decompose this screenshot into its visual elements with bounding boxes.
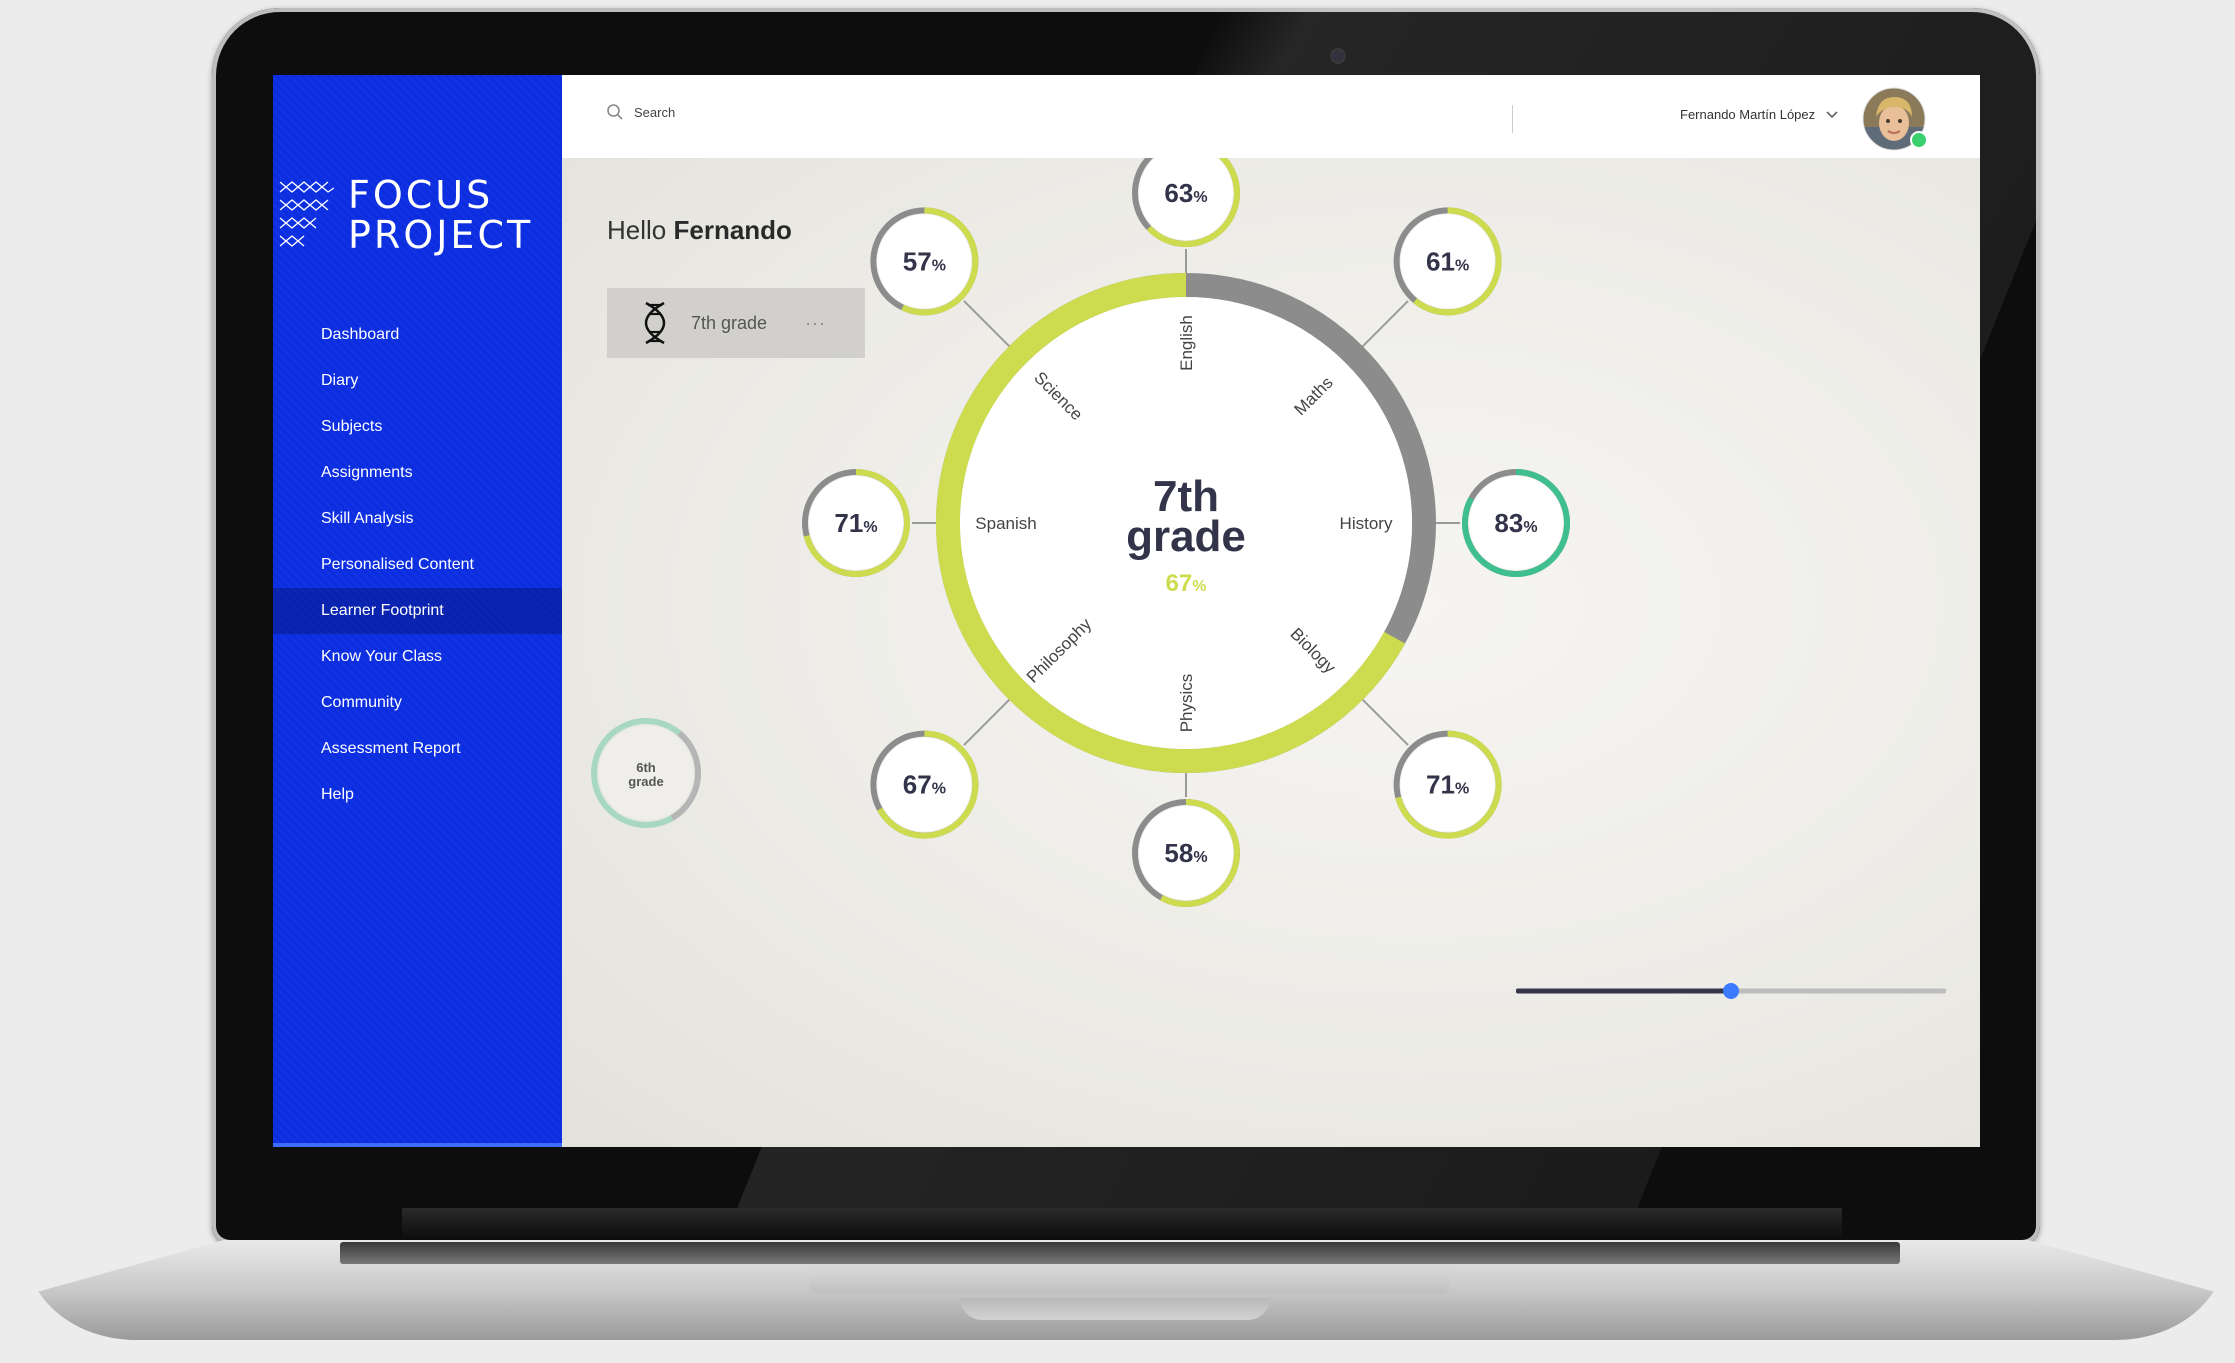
search-field[interactable]: Search (606, 103, 675, 121)
timeline-slider[interactable] (1516, 976, 1946, 1006)
subject-label-english: English (1177, 315, 1196, 371)
sidebar-nav: Dashboard Diary Subjects Assignments Skill A… (273, 312, 562, 818)
subject-score-history[interactable]: 83% (1462, 469, 1570, 577)
sidebar-item-learner-footprint[interactable]: Learner Footprint (273, 588, 562, 634)
percent-sign: % (1455, 781, 1469, 798)
sidebar-item-assessment-report[interactable]: Assessment Report (273, 726, 562, 772)
subject-score-physics[interactable]: 58% (1132, 799, 1240, 907)
top-bar: Search Fernando Martín López (562, 75, 1980, 158)
brand-name: FOCUS PROJECT (348, 175, 533, 255)
opening-notch (960, 1298, 1270, 1320)
main-content: Hello Fernando 7th grade ··· 63% 61% 83% 71… (562, 158, 1980, 1147)
subject-score-spanish[interactable]: 71% (802, 469, 910, 577)
percent-sign: % (1192, 578, 1206, 595)
subject-score-science[interactable]: 57% (870, 207, 979, 316)
percent-sign: % (863, 519, 877, 536)
search-placeholder: Search (634, 104, 676, 120)
user-name: Fernando Martín López (1680, 107, 1816, 122)
brand-line-1: FOCUS (348, 173, 494, 217)
topbar-divider (1512, 105, 1513, 133)
previous-grade-line-2: grade (628, 774, 663, 789)
previous-grade-button[interactable]: 6thgrade (591, 718, 701, 828)
previous-grade-line-1: 6th (636, 760, 656, 775)
online-status-dot (1910, 131, 1928, 149)
keyboard-edge (340, 1242, 1900, 1264)
sidebar-item-assignments[interactable]: Assignments (273, 450, 562, 496)
app-screen: FOCUS PROJECT Dashboard Diary Subjects Assi… (273, 75, 1980, 1147)
subject-label-spanish: Spanish (975, 514, 1036, 533)
percent-sign: % (1193, 849, 1207, 866)
subject-score-philosophy[interactable]: 67% (870, 730, 979, 839)
percent-sign: % (932, 781, 946, 798)
slider-knob[interactable] (1723, 983, 1739, 999)
brand-line-2: PROJECT (348, 213, 534, 257)
sidebar-item-skill-analysis[interactable]: Skill Analysis (273, 496, 562, 542)
percent-sign: % (1193, 189, 1207, 206)
logo-mark-icon (279, 181, 334, 247)
sidebar: FOCUS PROJECT Dashboard Diary Subjects Assi… (273, 75, 562, 1147)
logo[interactable]: FOCUS PROJECT (278, 175, 533, 255)
subject-label-history: History (1340, 514, 1393, 533)
percent-sign: % (932, 257, 946, 274)
user-menu[interactable]: Fernando Martín López (1680, 107, 1839, 122)
percent-sign: % (1523, 519, 1537, 536)
sidebar-item-community[interactable]: Community (273, 680, 562, 726)
subject-score-maths[interactable]: 61% (1393, 207, 1502, 316)
chevron-down-icon (1826, 110, 1838, 118)
center-title-line-2: grade (1126, 512, 1246, 561)
laptop-hinge (402, 1208, 1842, 1242)
avatar[interactable] (1862, 87, 1928, 151)
subject-label-physics: Physics (1177, 674, 1196, 733)
sidebar-item-personalised-content[interactable]: Personalised Content (273, 542, 562, 588)
percent-sign: % (1455, 257, 1469, 274)
subject-score-english[interactable]: 63% (1132, 158, 1240, 247)
sidebar-item-diary[interactable]: Diary (273, 358, 562, 404)
sidebar-item-know-your-class[interactable]: Know Your Class (273, 634, 562, 680)
subject-score-biology[interactable]: 71% (1393, 730, 1502, 839)
trackpad-rim (810, 1270, 1450, 1294)
sidebar-item-help[interactable]: Help (273, 772, 562, 818)
sidebar-item-dashboard[interactable]: Dashboard (273, 312, 562, 358)
camera (1332, 50, 1344, 62)
search-icon (607, 104, 623, 120)
sidebar-item-subjects[interactable]: Subjects (273, 404, 562, 450)
